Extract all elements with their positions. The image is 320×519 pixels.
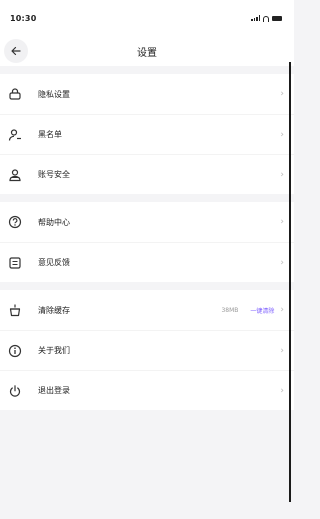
broom-icon xyxy=(6,301,24,319)
settings-row-label: 账号安全 xyxy=(38,170,70,179)
settings-group-support: 帮助中心 › 意见反馈 › xyxy=(0,202,294,282)
settings-row-feedback[interactable]: 意见反馈 › xyxy=(0,242,294,282)
settings-row-logout[interactable]: 退出登录 › xyxy=(0,370,294,410)
settings-row-about-us[interactable]: 关于我们 › xyxy=(0,330,294,370)
clear-cache-button[interactable]: 一键清除 xyxy=(250,306,274,315)
help-icon xyxy=(6,213,24,231)
chevron-right-icon: › xyxy=(280,257,284,268)
settings-group-account: 隐私设置 › 黑名单 › 账号安全 › xyxy=(0,74,294,194)
lock-icon xyxy=(6,85,24,103)
feedback-icon xyxy=(6,254,24,272)
settings-screen: 10:30 设置 隐私设置 › 黑名单 › 账号安全 › 帮助中心 › 意见反馈… xyxy=(0,0,294,519)
chevron-right-icon: › xyxy=(280,305,284,315)
settings-row-label: 帮助中心 xyxy=(38,217,70,227)
chevron-right-icon: › xyxy=(280,217,284,227)
user-block-icon xyxy=(6,126,24,144)
settings-row-label: 清除缓存 xyxy=(38,305,70,315)
status-time: 10:30 xyxy=(10,13,37,23)
settings-row-account-security[interactable]: 账号安全 › xyxy=(0,154,294,194)
status-icons xyxy=(251,14,282,22)
settings-row-privacy[interactable]: 隐私设置 › xyxy=(0,74,294,114)
scrollbar[interactable] xyxy=(289,62,291,502)
chevron-right-icon: › xyxy=(280,345,284,356)
chevron-right-icon: › xyxy=(280,385,284,396)
shield-icon xyxy=(6,166,24,184)
settings-row-clear-cache[interactable]: 清除缓存 38MB 一键清除 › xyxy=(0,290,294,330)
nav-bar: 设置 xyxy=(0,36,294,66)
settings-row-label: 退出登录 xyxy=(38,386,70,395)
back-button[interactable] xyxy=(4,39,28,63)
settings-row-label: 关于我们 xyxy=(38,346,70,355)
settings-row-label: 黑名单 xyxy=(38,130,62,139)
power-icon xyxy=(6,382,24,400)
wifi-icon xyxy=(263,16,269,22)
signal-icon xyxy=(251,15,260,21)
settings-group-system: 清除缓存 38MB 一键清除 › 关于我们 › 退出登录 › xyxy=(0,290,294,410)
page-title: 设置 xyxy=(137,47,157,59)
settings-row-label: 隐私设置 xyxy=(38,89,70,99)
status-bar: 10:30 xyxy=(0,0,294,36)
arrow-left-icon xyxy=(11,46,21,56)
chevron-right-icon: › xyxy=(280,129,284,140)
cache-size: 38MB xyxy=(221,306,239,314)
battery-icon xyxy=(272,15,282,21)
settings-row-label: 意见反馈 xyxy=(38,258,70,267)
chevron-right-icon: › xyxy=(280,89,284,99)
settings-row-blacklist[interactable]: 黑名单 › xyxy=(0,114,294,154)
chevron-right-icon: › xyxy=(280,169,284,180)
settings-row-help-center[interactable]: 帮助中心 › xyxy=(0,202,294,242)
info-icon xyxy=(6,342,24,360)
